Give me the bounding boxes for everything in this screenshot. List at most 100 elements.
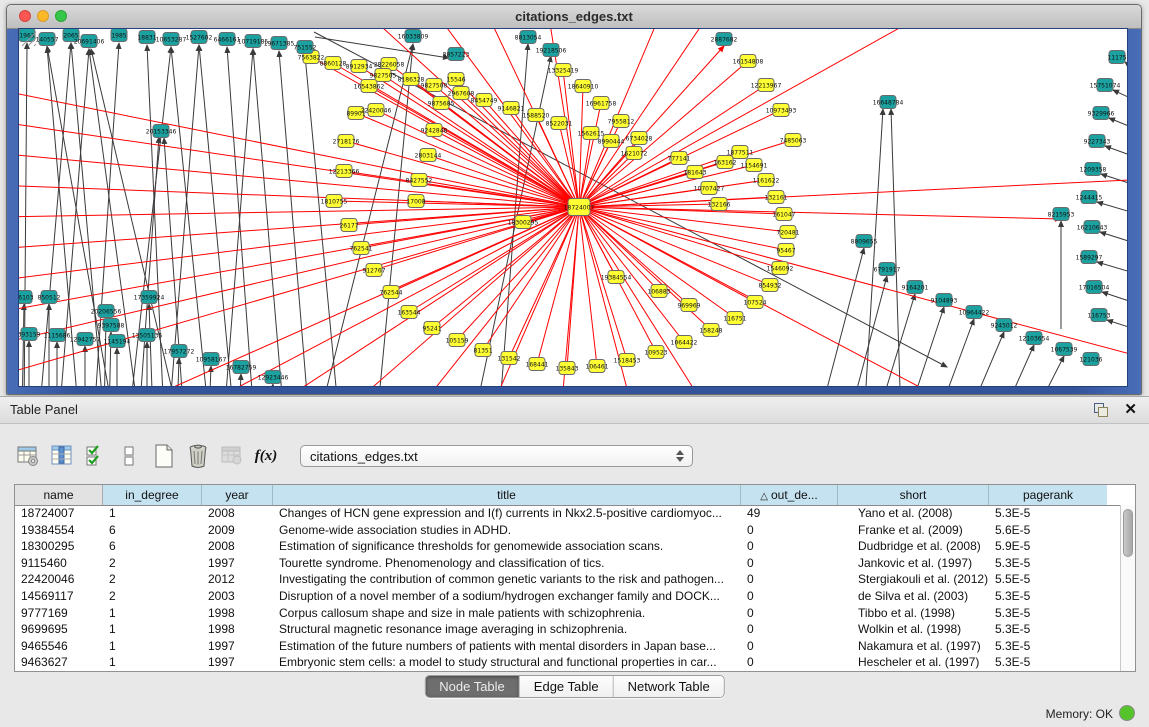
network-canvas[interactable]: 1872400718300295193845547563822886012889… (19, 29, 1127, 386)
table-row[interactable]: 1872400712008Changes of HCN gene express… (15, 505, 1120, 522)
memory-status-indicator[interactable] (1119, 705, 1135, 721)
column-header-title[interactable]: title (273, 485, 741, 505)
table-row[interactable]: 977716911998Corpus callosum shape and si… (15, 605, 1120, 622)
graph-edge (1100, 232, 1127, 245)
resize-grip-icon[interactable] (19, 29, 39, 49)
graph-edge (967, 332, 1004, 386)
graph-node-label: 1161622 (753, 177, 780, 184)
table-row[interactable]: 946554611997Estimation of the future num… (15, 638, 1120, 655)
sort-ascending-icon: △ (760, 487, 768, 505)
graph-node-label: 19384554 (601, 274, 632, 281)
graph-edge (239, 374, 241, 386)
column-header-year[interactable]: year (202, 485, 273, 505)
delete-table-icon[interactable] (218, 442, 246, 470)
graph-edge (1107, 320, 1127, 331)
table-toolbar: f(x) citations_edges.txt (14, 436, 1136, 476)
graph-node-label: 10964422 (959, 309, 990, 316)
table-row[interactable]: 1938455462009Genome-wide association stu… (15, 522, 1120, 539)
table-row[interactable]: 969969511998Structural magnetic resonanc… (15, 621, 1120, 638)
window-titlebar[interactable]: citations_edges.txt (7, 5, 1141, 29)
graph-edge (169, 45, 199, 386)
node-table: namein_degreeyeartitle△out_de...shortpag… (14, 484, 1136, 672)
graph-edge (579, 207, 1061, 219)
table-select-dropdown[interactable]: citations_edges.txt (300, 445, 693, 467)
graph-node-label: 16543862 (354, 83, 385, 90)
table-header-row: namein_degreeyeartitle△out_de...shortpag… (15, 485, 1135, 506)
tab-network-table[interactable]: Network Table (614, 676, 724, 697)
graph-node-label: 132161 (765, 194, 788, 201)
graph-edge (1032, 356, 1064, 386)
graph-node-label: 8813054 (515, 34, 542, 41)
graph-node-label: 1562615 (578, 130, 605, 137)
graph-node-label: 1621072 (621, 150, 648, 157)
graph-node-label: 89901 (346, 110, 365, 117)
graph-node-label: 9146821 (498, 105, 525, 112)
graph-node-label: 20153346 (146, 128, 177, 135)
tab-edge-table[interactable]: Edge Table (520, 676, 614, 697)
tab-node-table[interactable]: Node Table (425, 676, 520, 697)
graph-node-label: 7955812 (608, 118, 635, 125)
graph-node-label: 161047 (773, 211, 796, 218)
graph-node-label: 1588520 (523, 112, 550, 119)
graph-node-label: 2967608 (448, 90, 475, 97)
graph-node-label: 26103 (19, 294, 34, 301)
graph-node-label: 1209358 (1080, 166, 1107, 173)
graph-edge (19, 185, 579, 207)
graph-node-label: 10653287 (156, 36, 187, 43)
table-scrollbar[interactable] (1120, 505, 1135, 671)
graph-node-label: 850512 (38, 294, 61, 301)
delete-column-icon[interactable] (184, 442, 212, 470)
graph-node-label: 1518453 (614, 357, 641, 364)
citation-graph[interactable]: 1872400718300295193845547563822886012889… (19, 29, 1127, 386)
graph-node-label: 15546 (446, 76, 465, 83)
table-row[interactable]: 1456911722003Disruption of a novel membe… (15, 588, 1120, 605)
graph-node-label: 751552 (294, 44, 317, 51)
new-column-icon[interactable] (150, 442, 178, 470)
graph-edge (399, 207, 579, 386)
graph-edge (1125, 62, 1127, 75)
graph-node-label: 12103654 (1019, 335, 1050, 342)
memory-status-label: Memory: OK (1046, 707, 1113, 721)
select-columns-icon[interactable] (48, 442, 76, 470)
table-row[interactable]: 911546021997Tourette syndrome. Phenomeno… (15, 555, 1120, 572)
graph-edge (819, 248, 864, 386)
graph-edge (315, 37, 449, 58)
graph-node-label: 132166 (708, 201, 731, 208)
graph-node-label: 1589297 (1076, 254, 1103, 261)
table-settings-icon[interactable] (14, 442, 42, 470)
select-all-icon[interactable] (82, 442, 110, 470)
status-bar: Memory: OK (0, 700, 1149, 727)
table-row[interactable]: 1830029562008Estimation of significance … (15, 538, 1120, 555)
function-builder-icon[interactable]: f(x) (252, 442, 280, 470)
table-row[interactable]: 946362711997Embryonic stem cells: a mode… (15, 654, 1120, 671)
column-header-out_de[interactable]: △out_de... (741, 485, 838, 505)
graph-node-label: 116751 (724, 315, 747, 322)
table-panel-header: Table Panel ✕ (0, 396, 1149, 424)
column-header-short[interactable]: short (838, 485, 989, 505)
table-row[interactable]: 2242004622012Investigating the contribut… (15, 571, 1120, 588)
graph-node-label: 131542 (498, 355, 521, 362)
graph-edge (149, 304, 153, 386)
graph-node-label: 8454749 (471, 97, 498, 104)
close-panel-icon[interactable]: ✕ (1124, 400, 1137, 418)
table-scrollbar-thumb[interactable] (1123, 509, 1133, 557)
deselect-all-icon[interactable] (116, 442, 144, 470)
graph-node-label: 8427552 (406, 177, 433, 184)
graph-node-label: 16961758 (586, 100, 617, 107)
graph-node-label: 95241 (422, 325, 441, 332)
graph-node-label: 163544 (398, 309, 421, 316)
graph-node-label: 13325419 (548, 67, 579, 74)
graph-node-label: 15751074 (1090, 82, 1121, 89)
graph-node-label: 1877511 (727, 149, 754, 156)
graph-node-label: 9875685 (428, 100, 455, 107)
graph-node-label: 20206556 (91, 308, 122, 315)
graph-node-label: 10958167 (196, 356, 227, 363)
graph-node-label: 16648784 (873, 99, 904, 106)
graph-node-label: 17957272 (164, 348, 195, 355)
column-header-in_degree[interactable]: in_degree (103, 485, 202, 505)
float-panel-icon[interactable] (1093, 402, 1109, 418)
graph-edge (432, 207, 579, 328)
column-header-pagerank[interactable]: pagerank (989, 485, 1107, 505)
graph-node-label: 12942757 (70, 336, 101, 343)
column-header-name[interactable]: name (15, 485, 103, 505)
